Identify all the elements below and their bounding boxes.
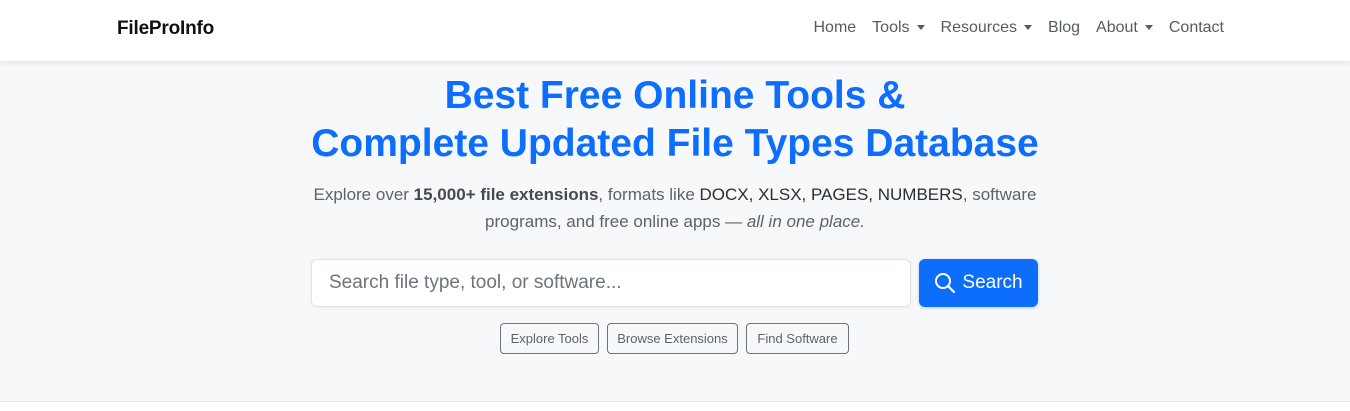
nav-item-about[interactable]: About — [1096, 19, 1153, 37]
subtitle-italic: all in one place. — [746, 212, 865, 231]
brand-logo[interactable]: FileProInfo — [117, 18, 214, 40]
browse-extensions-button[interactable]: Browse Extensions — [607, 323, 738, 354]
subtitle-text: , software — [962, 185, 1037, 204]
nav-item-label: About — [1096, 19, 1138, 36]
nav-item-label: Blog — [1048, 19, 1081, 36]
subtitle-text: , formats like — [598, 185, 700, 204]
caret-down-icon — [916, 24, 925, 30]
search-button-label: Search — [962, 272, 1023, 293]
nav-item-label: Contact — [1168, 19, 1224, 36]
explore-tools-button[interactable]: Explore Tools — [500, 323, 599, 354]
navbar: FileProInfo Home Tools Resources Blog Ab… — [0, 0, 1350, 61]
subtitle-text: programs, and free online apps — — [485, 212, 747, 231]
nav-item-home[interactable]: Home — [813, 19, 856, 37]
hero-title-line1: Best Free Online Tools & — [444, 74, 906, 117]
nav-item-resources[interactable]: Resources — [940, 19, 1033, 37]
caret-down-icon — [1144, 24, 1153, 30]
hero-title-line2: Complete Updated File Types Database — [311, 122, 1039, 165]
subtitle-formats: DOCX, XLSX, PAGES, NUMBERS — [699, 185, 963, 204]
hero-subtitle-line2: programs, and free online apps — all in … — [0, 208, 1350, 236]
nav-item-label: Tools — [872, 19, 910, 36]
find-software-button[interactable]: Find Software — [746, 323, 849, 354]
subtitle-text: Explore over — [313, 185, 414, 204]
hero-subtitle-line1: Explore over 15,000+ file extensions, fo… — [0, 181, 1350, 209]
nav-menu: Home Tools Resources Blog About Contact — [797, 19, 1224, 37]
nav-item-label: Resources — [940, 19, 1018, 36]
search-input[interactable] — [311, 259, 911, 307]
search-icon — [935, 273, 956, 294]
page-below-hero — [0, 402, 1350, 411]
nav-item-label: Home — [813, 19, 857, 36]
nav-item-contact[interactable]: Contact — [1169, 19, 1224, 37]
nav-item-blog[interactable]: Blog — [1048, 19, 1080, 37]
caret-down-icon — [1024, 24, 1033, 30]
search-button[interactable]: Search — [919, 259, 1038, 307]
nav-item-tools[interactable]: Tools — [872, 19, 925, 37]
subtitle-bold-count: 15,000+ file extensions — [413, 185, 599, 204]
